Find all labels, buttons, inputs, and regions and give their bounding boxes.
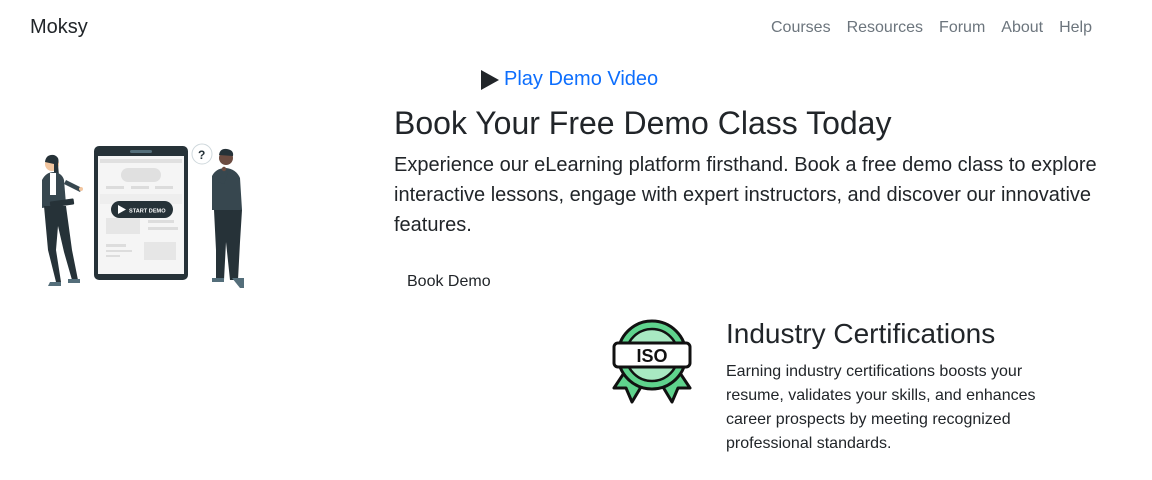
- nav-about[interactable]: About: [993, 18, 1051, 38]
- book-demo-button[interactable]: Book Demo: [394, 268, 504, 296]
- nav-forum[interactable]: Forum: [931, 18, 993, 38]
- nav-resources[interactable]: Resources: [839, 18, 931, 38]
- nav-courses[interactable]: Courses: [763, 18, 839, 38]
- iso-badge-text: ISO: [636, 346, 667, 366]
- demo-illustration: START DEMO ?: [42, 143, 244, 288]
- start-demo-label: START DEMO: [129, 209, 166, 215]
- iso-badge-icon: ISO: [612, 319, 692, 404]
- hero-description: Experience our eLearning platform firsth…: [394, 154, 1097, 236]
- feature-title: Industry Certifications: [726, 318, 996, 349]
- brand-logo[interactable]: Moksy: [30, 16, 88, 39]
- play-demo-video-link[interactable]: Play Demo Video: [480, 68, 658, 91]
- play-demo-video-label: Play Demo Video: [504, 68, 659, 90]
- nav-help[interactable]: Help: [1051, 18, 1100, 38]
- question-mark: ?: [198, 148, 205, 162]
- hero-title: Book Your Free Demo Class Today: [394, 105, 892, 141]
- play-icon: [481, 69, 499, 90]
- feature-description: Earning industry certifications boosts y…: [726, 363, 1036, 452]
- main-nav: Courses Resources Forum About Help: [763, 18, 1100, 38]
